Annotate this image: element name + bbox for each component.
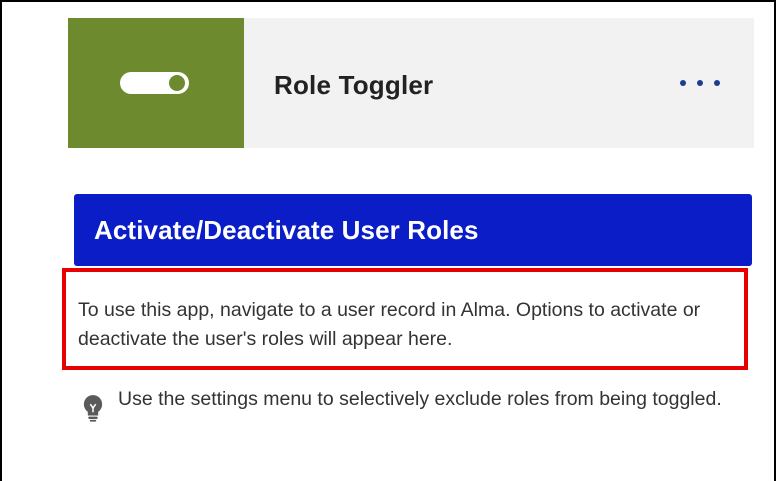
instructions-text: To use this app, navigate to a user reco…	[78, 299, 701, 350]
section-banner: Activate/Deactivate User Roles	[74, 194, 752, 266]
app-title: Role Toggler	[274, 70, 434, 100]
lightbulb-icon	[83, 395, 103, 422]
more-dot	[697, 80, 703, 86]
more-dot	[680, 80, 686, 86]
toggle-knob	[169, 75, 185, 91]
hint-text: Use the settings menu to selectively exc…	[118, 388, 722, 410]
app-icon-tile	[68, 18, 244, 148]
toggle-icon	[120, 72, 189, 94]
more-options-icon[interactable]	[680, 76, 720, 90]
more-dot	[714, 80, 720, 86]
section-title: Activate/Deactivate User Roles	[94, 214, 479, 245]
app-canvas: Role Toggler Activate/Deactivate User Ro…	[0, 0, 778, 481]
app-header: Role Toggler	[68, 18, 754, 148]
